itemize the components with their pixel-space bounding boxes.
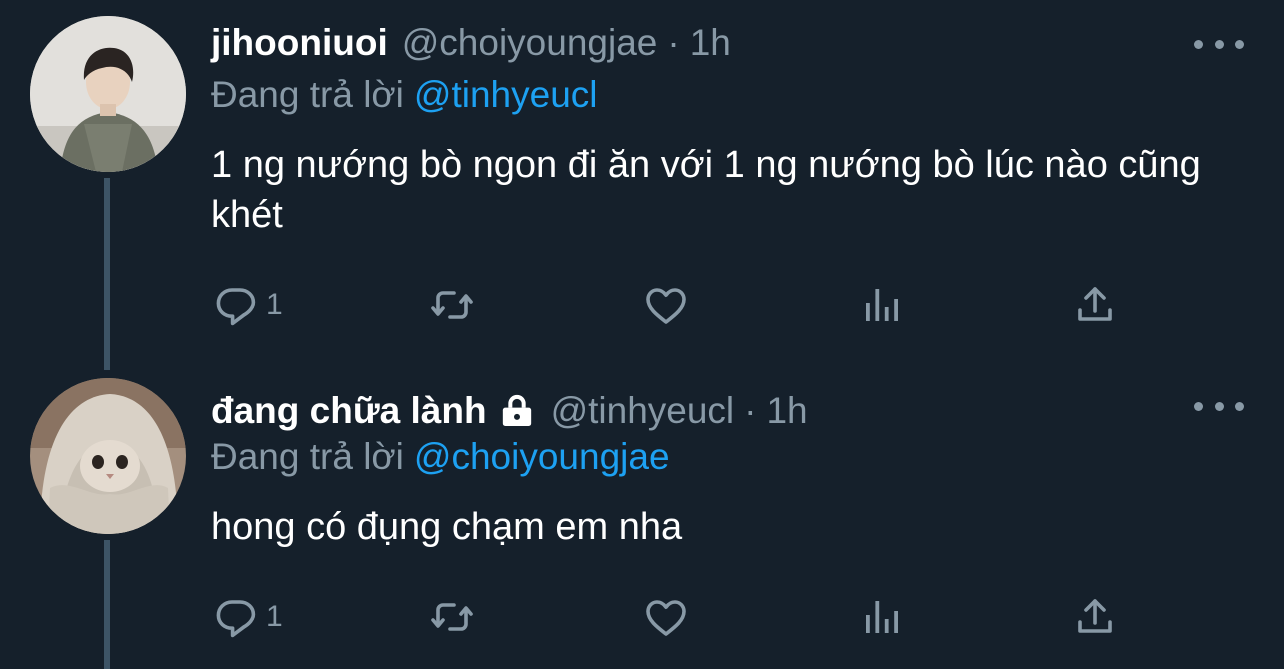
display-name[interactable]: đang chữa lành (211, 390, 487, 432)
more-icon[interactable] (1194, 32, 1244, 56)
reply-icon (216, 288, 256, 326)
reply-button[interactable]: 1 (212, 592, 283, 642)
share-icon (1078, 287, 1112, 321)
analytics-button[interactable] (857, 280, 905, 330)
action-bar: 1 (0, 592, 1284, 642)
tweet-header: jihooniuoi @choiyoungjae · 1h (211, 18, 1204, 68)
separator-dot: · (667, 22, 680, 63)
analytics-icon (866, 289, 898, 321)
tweet-text: hong có đụng chạm em nha (211, 506, 683, 548)
handle[interactable]: @choiyoungjae (402, 22, 658, 64)
share-button[interactable] (1071, 280, 1119, 330)
tweet[interactable]: jihooniuoi @choiyoungjae · 1h Đang trả l… (0, 0, 1284, 370)
share-button[interactable] (1071, 592, 1119, 642)
avatar-image (30, 378, 186, 534)
timestamp[interactable]: 1h (690, 22, 731, 64)
reply-button[interactable]: 1 (212, 280, 283, 330)
handle[interactable]: @tinhyeucl (551, 390, 735, 432)
avatar-image (30, 16, 186, 172)
tweet-header: đang chữa lành @tinhyeucl · 1h (211, 386, 1204, 436)
thread-line (104, 178, 110, 370)
tweet[interactable]: đang chữa lành @tinhyeucl · 1h Đang trả … (0, 370, 1284, 669)
reply-mention[interactable]: @tinhyeucl (414, 74, 598, 115)
avatar[interactable] (30, 378, 186, 534)
like-button[interactable] (642, 592, 690, 642)
reply-prefix: Đang trả lời (211, 436, 404, 477)
replying-to: Đang trả lời @tinhyeucl (211, 74, 598, 116)
retweet-icon (431, 291, 473, 319)
like-icon (646, 288, 686, 324)
action-bar: 1 (0, 280, 1284, 330)
retweet-icon (431, 603, 473, 631)
reply-thread: jihooniuoi @choiyoungjae · 1h Đang trả l… (0, 0, 1284, 669)
retweet-button[interactable] (428, 592, 476, 642)
tweet-text: 1 ng nướng bò ngon đi ăn với 1 ng nướng … (211, 144, 1201, 236)
reply-mention[interactable]: @choiyoungjae (414, 436, 670, 477)
avatar[interactable] (30, 16, 186, 172)
reply-count: 1 (266, 600, 283, 633)
more-icon[interactable] (1194, 394, 1244, 418)
display-name[interactable]: jihooniuoi (211, 22, 388, 64)
reply-prefix: Đang trả lời (211, 74, 404, 115)
separator-dot: · (744, 390, 757, 431)
retweet-button[interactable] (428, 280, 476, 330)
reply-count: 1 (266, 288, 283, 321)
like-button[interactable] (642, 280, 690, 330)
share-icon (1078, 599, 1112, 633)
like-icon (646, 600, 686, 636)
replying-to: Đang trả lời @choiyoungjae (211, 436, 670, 478)
lock-icon (502, 394, 531, 426)
timestamp[interactable]: 1h (766, 390, 807, 432)
analytics-button[interactable] (857, 592, 905, 642)
analytics-icon (866, 601, 898, 633)
reply-icon (216, 600, 256, 638)
